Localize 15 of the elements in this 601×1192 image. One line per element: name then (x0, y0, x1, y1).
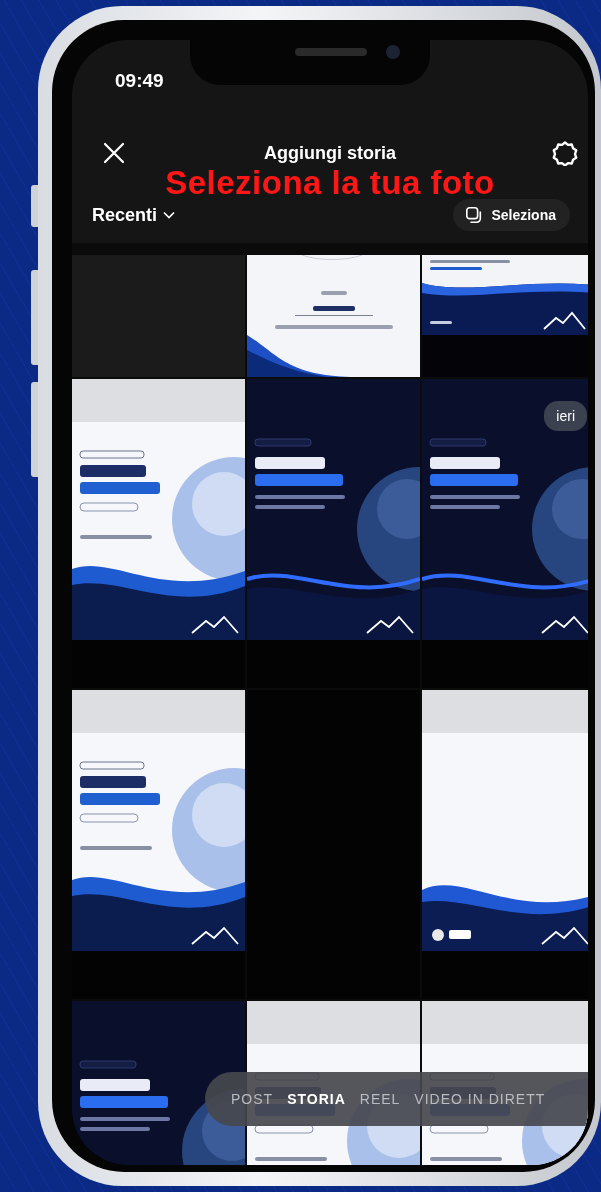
camera-lens (386, 45, 400, 59)
chevron-down-icon (163, 211, 176, 219)
album-dropdown[interactable]: Recenti (92, 204, 176, 226)
screen-title: Aggiungi storia (264, 142, 396, 164)
stacked-squares-icon (465, 206, 484, 224)
speaker-grille (295, 48, 367, 56)
select-button[interactable]: Seleziona (453, 199, 570, 231)
mode-tab[interactable]: REEL (359, 1091, 401, 1107)
mode-tab[interactable]: POST (231, 1091, 274, 1107)
status-time: 09:49 (115, 70, 164, 92)
mode-tab[interactable]: STORIA (287, 1091, 346, 1107)
settings-icon[interactable] (552, 140, 578, 166)
close-icon[interactable] (102, 141, 126, 165)
overlay-caption: Seleziona la tua foto (164, 167, 496, 199)
mode-tab[interactable]: VIDEO IN DIRETT (414, 1091, 546, 1107)
